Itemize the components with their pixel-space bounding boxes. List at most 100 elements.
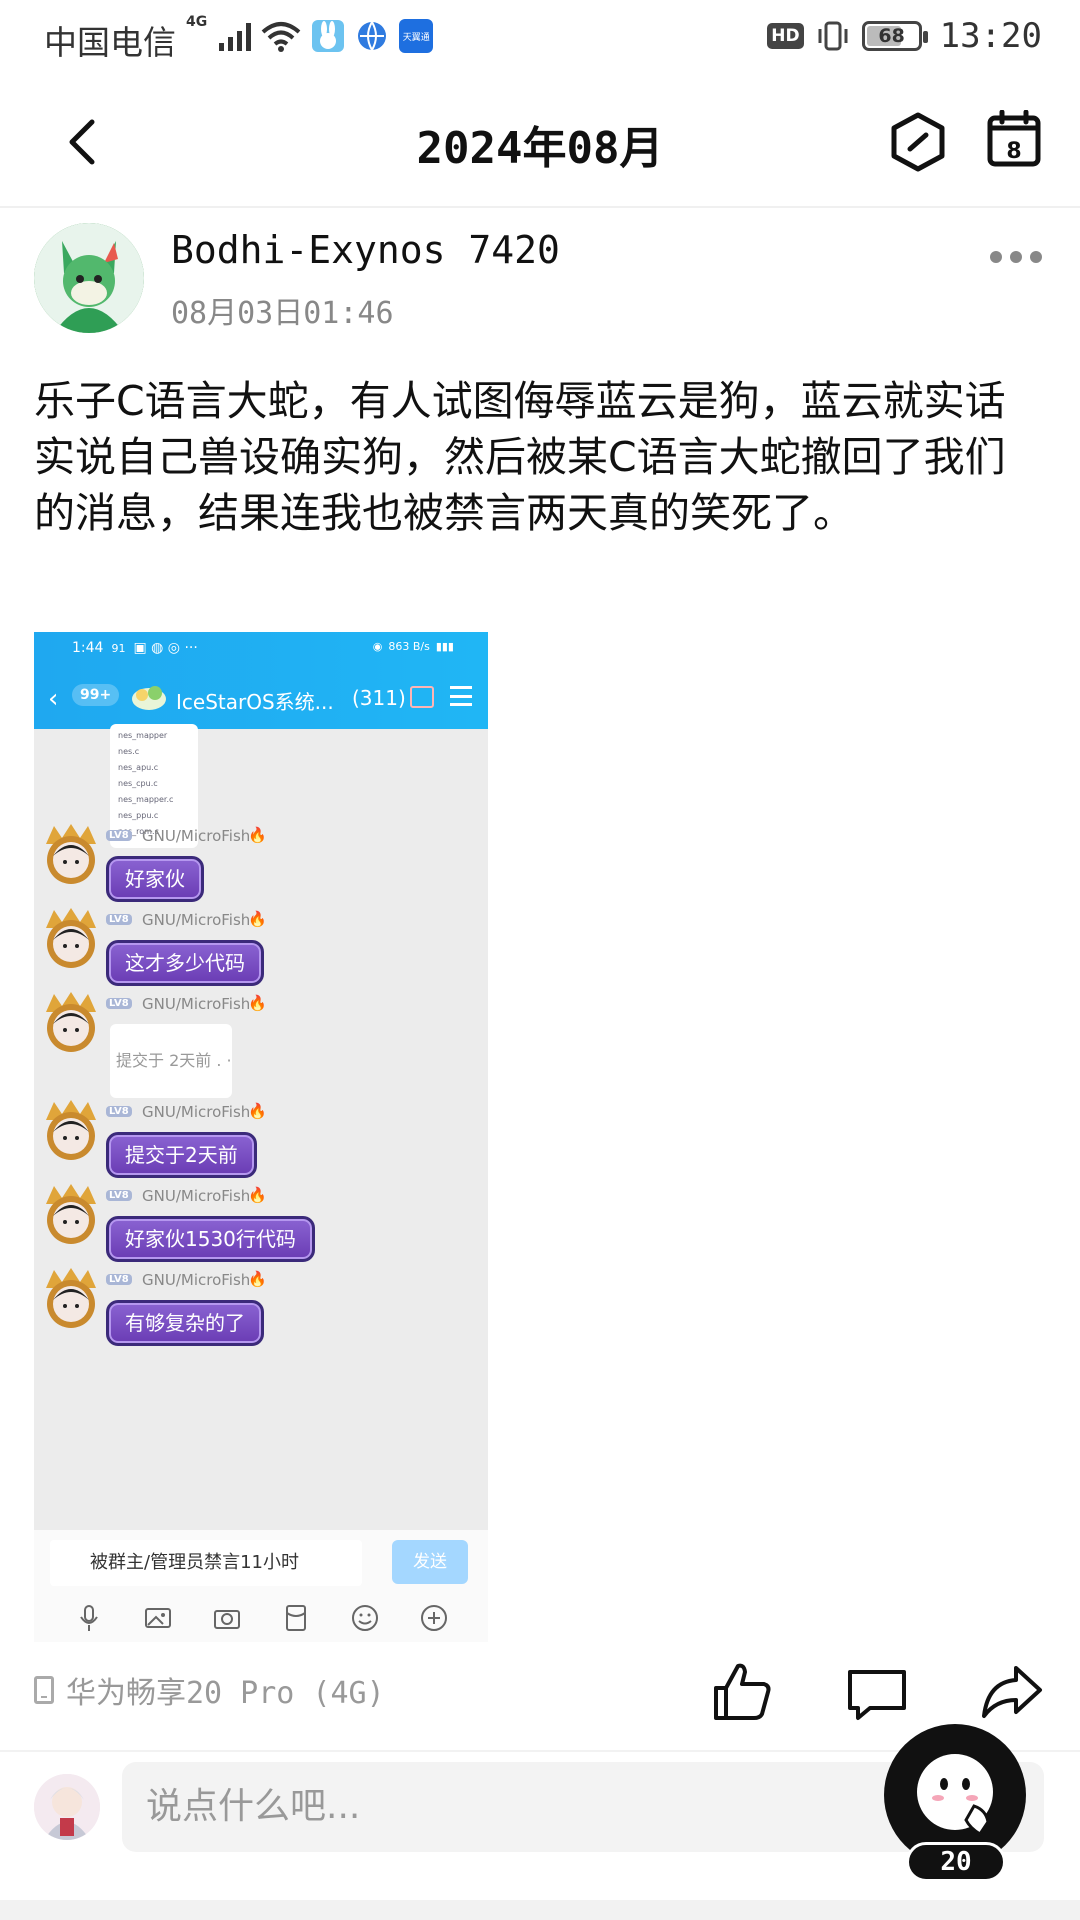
qq-eye-icon: ◉ [372,640,383,653]
sender-name: GNU/MicroFish [142,911,251,929]
bottom-strip [0,1900,1080,1920]
qq-status-left: 1:44 91 ▣ ◍ ◎ ··· [72,640,198,656]
flame-icon: 🔥 [248,1102,267,1120]
status-bar: 中国电信 4G 天翼通 HD 68 13:20 [0,0,1080,76]
qq-notification-icons: ▣ ◍ ◎ ··· [133,640,198,656]
sender-name: GNU/MicroFish [142,995,251,1013]
user-avatar-image [34,1774,100,1840]
mascot-count-badge: 20 [906,1842,1006,1882]
share-icon[interactable] [980,1664,1044,1720]
status-icons-left: 4G 天翼通 [186,14,434,58]
sender-name: GNU/MicroFish [142,1187,251,1205]
file-list-item: nes_mapper [118,731,168,740]
sender-name: GNU/MicroFish [142,827,251,845]
nav-bar: 2024年08月 8 [0,76,1080,208]
battery-level: 68 [878,25,905,47]
tianyitong-app-icon: 天翼通 [399,19,434,53]
level-badge: LV8 [106,1274,132,1285]
message-bubble: 有够复杂的了 [106,1300,264,1346]
qq-group-name: IceStarOS系统... [176,690,334,714]
user-avatar[interactable] [34,1774,100,1840]
qq-toolbar [34,1598,488,1638]
qq-signal-icon: ▮▮▮ [435,640,454,653]
rabbit-app-icon [312,20,345,52]
flame-icon: 🔥 [248,1186,267,1204]
level-badge: LV8 [106,998,132,1009]
level-badge: LV8 [106,830,132,841]
sender-avatar [46,908,96,968]
qq-input-bar: 被群主/管理员禁言11小时 发送 [34,1530,488,1642]
post-timestamp: 08月03日01:46 [171,296,394,331]
qq-emoji-icon [351,1605,378,1631]
globe-app-icon [358,21,387,51]
flame-icon: 🔥 [248,826,267,844]
qq-gift-icon [410,686,434,708]
calendar-icon[interactable]: 8 [986,110,1042,168]
status-icons-right: HD 68 13:20 [767,14,1042,58]
file-list-item: nes_mapper.c [118,795,174,804]
qq-speed: 863 B/s [388,640,430,653]
phone-icon [34,1676,54,1704]
device-info: 华为畅享20 Pro (4G) [34,1668,385,1712]
qq-image-icon [144,1608,171,1628]
qq-muted-notice: 被群主/管理员禁言11小时 [50,1540,362,1586]
sender-avatar [46,1100,96,1160]
hd-badge: HD [767,23,804,49]
group-avatar-icon [132,686,166,710]
sender-name: GNU/MicroFish [142,1271,251,1289]
device-name: 华为畅享20 Pro (4G) [66,1676,385,1711]
qq-unread-badge: 99+ [72,684,120,706]
hexagon-icon[interactable] [888,111,948,173]
like-icon[interactable] [710,1660,774,1722]
flame-icon: 🔥 [248,1270,267,1288]
author-avatar-image [34,223,144,333]
qq-camera-icon [213,1610,240,1629]
file-list-item: nes_ppu.c [118,811,159,820]
author-avatar[interactable] [34,223,144,333]
network-type-label: 4G [186,14,208,30]
level-badge: LV8 [106,1190,132,1201]
qq-header: 1:44 91 ▣ ◍ ◎ ··· ◉ 863 B/s ▮▮▮ ‹ 99+ Ic… [34,632,488,729]
level-badge: LV8 [106,1106,132,1117]
app-root: 中国电信 4G 天翼通 HD 68 13:20 2024年08月 8 Bodhi… [0,0,1080,1920]
qq-mic-icon [79,1605,98,1631]
message-bubble: 好家伙1530行代码 [106,1216,315,1262]
qq-redpacket-icon [285,1605,306,1631]
calendar-day: 8 [1006,139,1021,164]
wifi-icon [261,22,301,52]
qq-member-count: (311) [352,686,406,710]
qq-back-icon: ‹ [48,684,59,714]
sender-avatar [46,1268,96,1328]
post-body: 乐子C语言大蛇，有人试图侮辱蓝云是狗，蓝云就实话实说自己兽设确实狗，然后被某C语… [34,377,1006,537]
post-image[interactable]: 1:44 91 ▣ ◍ ◎ ··· ◉ 863 B/s ▮▮▮ ‹ 99+ Ic… [34,632,488,1642]
file-list-item: nes_cpu.c [118,779,158,788]
file-list-item: nes.c [118,747,140,756]
sender-avatar [46,824,96,884]
qq-menu-icon [450,686,472,706]
tianyitong-label: 天翼通 [402,32,430,43]
sender-avatar [46,1184,96,1244]
qq-status-time: 1:44 [72,640,104,656]
qq-plus-icon [420,1605,447,1631]
author-name[interactable]: Bodhi-Exynos 7420 [171,228,560,272]
qq-send-button: 发送 [392,1540,468,1584]
flame-icon: 🔥 [248,910,267,928]
flame-icon: 🔥 [248,994,267,1012]
qq-status-right: ◉ 863 B/s ▮▮▮ [373,640,454,653]
level-badge: LV8 [106,914,132,925]
file-list-item: nes_apu.c [118,763,159,772]
comment-icon[interactable] [846,1666,908,1722]
signal-icon [219,21,252,51]
sender-avatar [46,992,96,1052]
sender-name: GNU/MicroFish [142,1103,251,1121]
message-bubble: 好家伙 [106,856,204,902]
message-bubble: 提交于 2天前 . · [110,1024,232,1098]
vibrate-icon [818,21,848,51]
qq-status-num: 91 [111,641,126,655]
battery-icon: 68 [861,21,928,51]
message-bubble: 提交于2天前 [106,1132,257,1178]
clock: 13:20 [939,16,1042,56]
carrier-label: 中国电信 [44,23,176,62]
message-bubble: 这才多少代码 [106,940,264,986]
more-icon[interactable] [986,242,1046,272]
